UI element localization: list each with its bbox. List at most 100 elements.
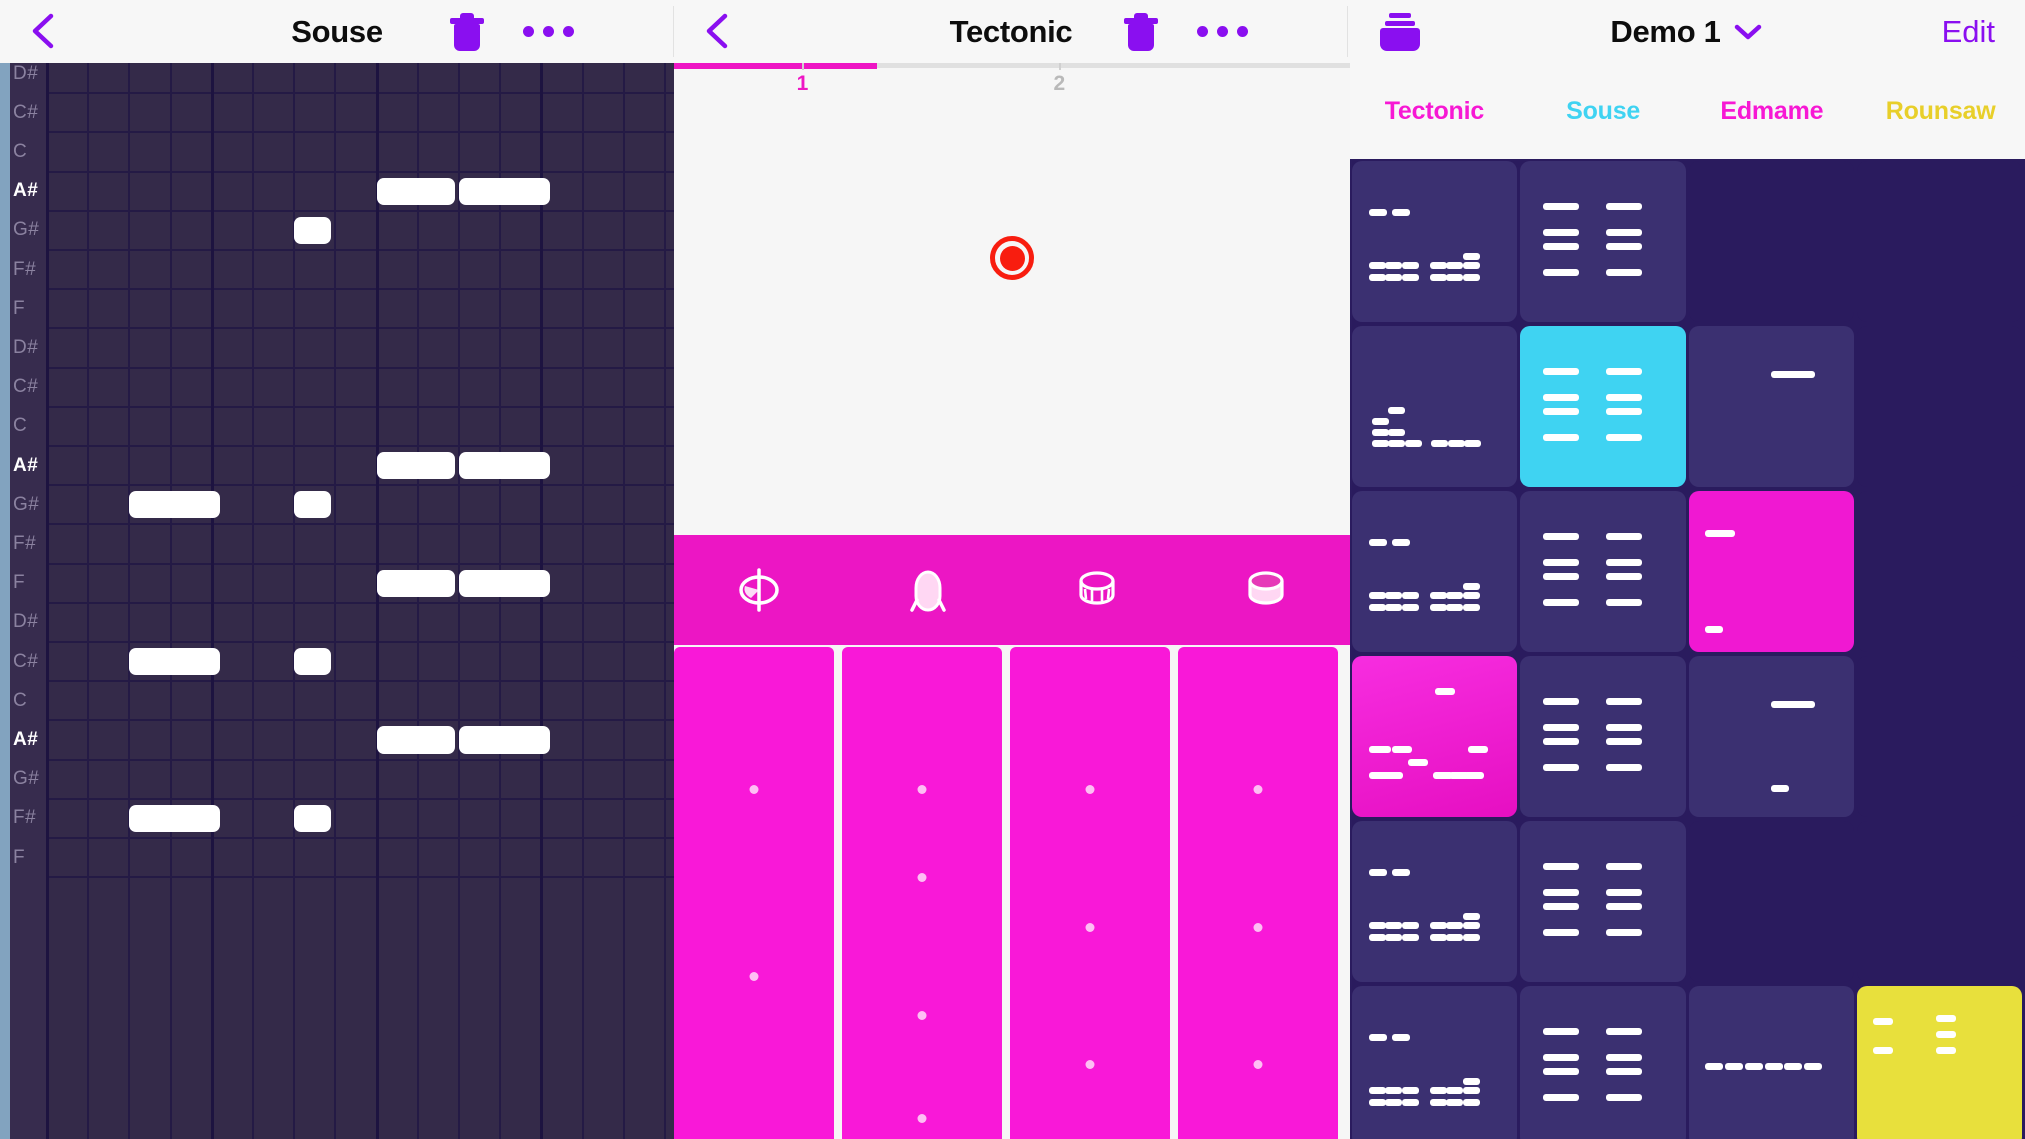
ruler-tick [1059, 63, 1062, 70]
piano-roll-gridline [622, 63, 625, 1139]
piano-roll-note-label: C [13, 140, 28, 162]
drum-step-dot[interactable] [1085, 784, 1095, 794]
pattern-note-mark [1383, 771, 1404, 779]
matrix-column-header[interactable]: Rounsaw [1856, 63, 2025, 159]
drum-step-dot[interactable] [749, 971, 759, 981]
matrix-pattern-cell[interactable] [1688, 491, 1854, 652]
pattern-preview [1520, 821, 1685, 982]
more-dots-icon-souse[interactable] [523, 26, 574, 37]
piano-roll-note[interactable] [294, 491, 332, 519]
matrix-pattern-cell[interactable] [1352, 821, 1518, 982]
drum-step-dot[interactable] [1253, 922, 1263, 932]
piano-roll-note[interactable] [294, 648, 332, 676]
drum-step-dot[interactable] [1085, 922, 1095, 932]
pattern-preview [1857, 821, 2022, 982]
piano-roll-note[interactable] [129, 648, 221, 676]
drum-step-dot[interactable] [917, 1114, 927, 1124]
topbar-pane-souse: Souse [0, 0, 674, 63]
trash-icon-souse[interactable] [450, 13, 484, 51]
matrix-pattern-cell[interactable] [1688, 656, 1854, 817]
snare-drum-icon[interactable] [1012, 535, 1181, 645]
matrix-pattern-cell[interactable] [1352, 656, 1518, 817]
pattern-note-mark [1543, 573, 1580, 581]
project-selector[interactable]: Demo 1 [1348, 14, 2025, 50]
pattern-note-mark [1705, 529, 1736, 537]
pattern-note-mark [1368, 273, 1386, 281]
matrix-pattern-cell[interactable] [1520, 326, 1686, 487]
more-dots-icon-tectonic[interactable] [1197, 26, 1248, 37]
drum-pad-lane[interactable] [1178, 647, 1338, 1139]
piano-roll-note[interactable] [376, 177, 455, 205]
chevron-down-icon [1734, 24, 1761, 39]
pattern-preview [1352, 161, 1517, 322]
matrix-pattern-cell[interactable] [1352, 986, 1518, 1139]
pattern-note-mark [1368, 592, 1386, 600]
top-bar: Souse Tectonic Demo 1 Edit [0, 0, 2025, 63]
pattern-preview [1520, 161, 1685, 322]
drum-step-dot[interactable] [917, 1011, 927, 1021]
matrix-pattern-cell[interactable] [1856, 821, 2022, 982]
pattern-note-mark [1936, 1031, 1957, 1039]
matrix-pattern-cell[interactable] [1688, 986, 1854, 1139]
matrix-pattern-cell[interactable] [1352, 161, 1518, 322]
pattern-note-mark [1446, 1098, 1464, 1106]
matrix-pattern-cell[interactable] [1856, 326, 2022, 487]
piano-roll-note[interactable] [376, 726, 455, 754]
piano-roll-note[interactable] [376, 569, 455, 597]
matrix-pattern-cell[interactable] [1856, 491, 2022, 652]
pattern-note-mark [1368, 1034, 1387, 1042]
piano-roll-note[interactable] [459, 177, 550, 205]
matrix-column-header[interactable]: Souse [1519, 63, 1688, 159]
pattern-note-mark [1744, 1063, 1763, 1071]
matrix-column-header[interactable]: Tectonic [1350, 63, 1519, 159]
piano-roll-note[interactable] [459, 569, 550, 597]
timeline-ruler[interactable]: 12 [674, 63, 1350, 105]
piano-roll-note[interactable] [129, 804, 221, 832]
matrix-pattern-cell[interactable] [1520, 491, 1686, 652]
matrix-pattern-cell[interactable] [1688, 821, 1854, 982]
matrix-pattern-cell[interactable] [1352, 326, 1518, 487]
back-button-souse[interactable] [22, 9, 66, 53]
drum-step-dot[interactable] [917, 873, 927, 883]
record-button[interactable] [990, 236, 1034, 280]
drum-step-dot[interactable] [1085, 1060, 1095, 1070]
piano-roll-note[interactable] [294, 216, 332, 244]
matrix-pattern-cell[interactable] [1520, 821, 1686, 982]
drum-step-dot[interactable] [749, 784, 759, 794]
tom-drum-icon[interactable] [1181, 535, 1350, 645]
piano-roll-note[interactable] [129, 491, 221, 519]
matrix-pattern-cell[interactable] [1520, 161, 1686, 322]
pattern-note-mark [1446, 933, 1464, 941]
matrix-pattern-cell[interactable] [1688, 161, 1854, 322]
matrix-pattern-cell[interactable] [1688, 326, 1854, 487]
drum-step-dot[interactable] [917, 784, 927, 794]
drum-pad-lane[interactable] [842, 647, 1002, 1139]
drum-pad-lane[interactable] [1010, 647, 1170, 1139]
trash-icon-tectonic[interactable] [1124, 13, 1158, 51]
piano-roll-note[interactable] [376, 452, 455, 480]
hihat-cymbal-icon[interactable] [674, 535, 843, 645]
piano-roll-note[interactable] [459, 726, 550, 754]
matrix-pattern-cell[interactable] [1520, 986, 1686, 1139]
drum-step-dot[interactable] [1253, 784, 1263, 794]
edit-button[interactable]: Edit [1942, 14, 1995, 50]
matrix-pattern-cell[interactable] [1856, 986, 2022, 1139]
piano-roll-editor[interactable]: D# C# C A# G# F# F D# C# C A# G# F# F D# C# C A# G# F# F [0, 63, 674, 1139]
matrix-column-header[interactable]: Edmame [1688, 63, 1857, 159]
piano-roll-note[interactable] [459, 452, 550, 480]
piano-roll-note[interactable] [294, 804, 332, 832]
recording-area[interactable] [674, 105, 1350, 425]
matrix-pattern-cell[interactable] [1856, 656, 2022, 817]
pattern-note-mark [1543, 202, 1580, 210]
piano-roll-scrollbar[interactable] [0, 63, 10, 1139]
drum-pad-lane[interactable] [674, 647, 834, 1139]
matrix-pattern-cell[interactable] [1856, 161, 2022, 322]
matrix-row [1352, 491, 2025, 656]
drum-step-dot[interactable] [1253, 1060, 1263, 1070]
back-button-tectonic[interactable] [696, 9, 740, 53]
pattern-note-mark [1464, 771, 1485, 779]
piano-roll-gridlines [0, 63, 674, 1139]
matrix-pattern-cell[interactable] [1352, 491, 1518, 652]
matrix-pattern-cell[interactable] [1520, 656, 1686, 817]
kick-drum-icon[interactable] [843, 535, 1012, 645]
